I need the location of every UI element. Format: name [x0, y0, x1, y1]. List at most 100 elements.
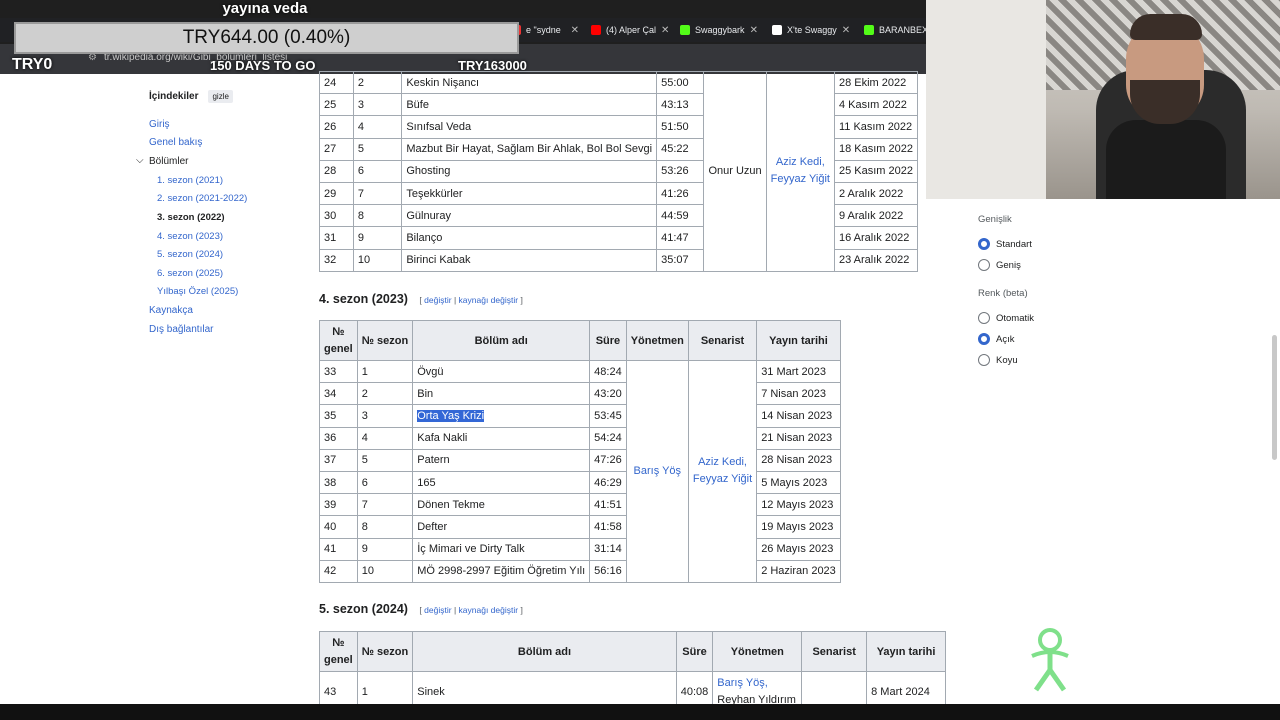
color-light-option[interactable]: Açık	[978, 333, 1014, 345]
cell-title[interactable]: Gülnuray	[401, 204, 658, 228]
cell-season-no: 2	[356, 382, 414, 406]
cell-title[interactable]: 165	[412, 470, 591, 495]
cell-title[interactable]: Ghosting	[401, 159, 658, 183]
cell-title[interactable]: Teşekkürler	[401, 181, 658, 206]
table-row: 42 10 MÖ 2998-2997 Eğitim Öğretim Yılı 56:1…	[319, 559, 841, 583]
radio-checked-icon[interactable]	[978, 333, 990, 345]
browser-tab-3[interactable]: Swaggybark ✕	[674, 18, 764, 42]
cell-duration: 47:26	[589, 448, 627, 472]
youtube-icon	[591, 25, 601, 35]
kick-icon	[680, 25, 690, 35]
cell-air-date: 7 Nisan 2023	[756, 382, 841, 406]
toc-item-dis-baglantilar[interactable]: Dış bağlantılar	[149, 324, 213, 335]
cell-title[interactable]: Bin	[412, 382, 591, 406]
toc-item-yilbasi[interactable]: Yılbaşı Özel (2025)	[157, 286, 238, 297]
season-5-table: № genel № sezon Bölüm adı Süre Yönetmen S…	[319, 631, 946, 712]
cell-no: 40	[319, 515, 358, 539]
radio-checked-icon[interactable]	[978, 238, 990, 250]
toc-header: İçindekiler gizle	[149, 90, 310, 103]
cell-title[interactable]: Dönen Tekme	[412, 493, 591, 517]
color-title: Renk (beta)	[978, 288, 1028, 299]
color-auto-option[interactable]: Otomatik	[978, 312, 1034, 324]
width-wide-option[interactable]: Geniş	[978, 259, 1021, 271]
radio-unchecked-icon[interactable]	[978, 354, 990, 366]
table-row: 24 2 Keskin Nişancı 55:00 Onur Uzun Aziz Kedi…	[319, 70, 919, 272]
director-link[interactable]: Barış Yöş	[634, 465, 682, 477]
browser-tab-2[interactable]: (4) Alper Çal ✕	[585, 18, 670, 42]
cell-season-no: 6	[356, 470, 414, 495]
browser-tab-4[interactable]: X'te Swaggy ✕	[766, 18, 856, 42]
close-icon[interactable]: ✕	[750, 25, 758, 36]
table-of-contents: İçindekiler gizle Giriş Genel bakış ⌵ Bö…	[136, 90, 310, 335]
close-icon[interactable]: ✕	[661, 25, 669, 36]
toc-item-bolumler[interactable]: Bölümler	[149, 156, 188, 167]
cell-no: 37	[319, 448, 358, 472]
cell-season-no: 4	[356, 426, 414, 450]
section-title: 4. sezon (2023)	[319, 292, 408, 306]
chevron-down-icon[interactable]: ⌵	[136, 155, 144, 166]
cell-title[interactable]: Kafa Nakli	[412, 426, 591, 450]
toc-item-sezon-3[interactable]: 3. sezon (2022)	[157, 212, 225, 223]
cell-title[interactable]: Övgü	[412, 359, 591, 384]
cell-air-date: 16 Aralık 2022	[833, 226, 919, 250]
writer-link[interactable]: Aziz Kedi,	[776, 156, 825, 168]
cell-season-no: 7	[356, 493, 414, 517]
writer-link[interactable]: Feyyaz Yiğit	[693, 473, 752, 485]
toc-item-sezon-5[interactable]: 5. sezon (2024)	[157, 249, 223, 260]
color-dark-option[interactable]: Koyu	[978, 354, 1018, 366]
toc-item-giris[interactable]: Giriş	[149, 119, 170, 130]
writer-link[interactable]: Feyyaz Yiğit	[771, 173, 830, 185]
cell-title[interactable]: Birinci Kabak	[401, 248, 658, 272]
edit-link[interactable]: değiştir	[424, 295, 451, 305]
cell-title[interactable]: Patern	[412, 448, 591, 472]
cell-title[interactable]: Orta Yaş Krizi	[412, 404, 591, 428]
edit-separator: |	[453, 295, 457, 305]
scrollbar-thumb[interactable]	[1272, 335, 1277, 460]
browser-tab-5[interactable]: BARANBEX	[858, 18, 926, 42]
tab-label: X'te Swaggy	[787, 25, 837, 35]
cell-title[interactable]: Büfe	[401, 93, 658, 117]
radio-unchecked-icon[interactable]	[978, 259, 990, 271]
cell-title[interactable]: Mazbut Bir Hayat, Sağlam Bir Ahlak, Bol …	[401, 137, 658, 161]
toc-item-sezon-4[interactable]: 4. sezon (2023)	[157, 231, 223, 242]
edit-source-link[interactable]: kaynağı değiştir	[459, 605, 519, 615]
table-row: 35 3 Orta Yaş Krizi 53:45 14 Nisan 2023	[319, 404, 841, 428]
cell-no: 26	[319, 115, 354, 139]
toc-item-sezon-6[interactable]: 6. sezon (2025)	[157, 268, 223, 279]
table-row: 39 7 Dönen Tekme 41:51 12 Mayıs 2023	[319, 493, 841, 517]
toc-hide-button[interactable]: gizle	[208, 90, 233, 103]
cell-title[interactable]: MÖ 2998-2997 Eğitim Öğretim Yılı	[412, 559, 591, 583]
close-icon[interactable]: ✕	[571, 25, 579, 36]
edit-link[interactable]: değiştir	[424, 605, 451, 615]
cell-title[interactable]: İç Mimari ve Dirty Talk	[412, 537, 591, 561]
overlay-countdown: 150 DAYS TO GO	[210, 58, 316, 73]
cell-duration: 41:58	[589, 515, 627, 539]
edit-source-link[interactable]: kaynağı değiştir	[459, 295, 519, 305]
cell-title[interactable]: Keskin Nişancı	[401, 70, 658, 95]
director-link[interactable]: Barış Yöş,	[717, 677, 768, 689]
column-header-no: № genel	[319, 320, 358, 361]
cell-duration: 56:16	[589, 559, 627, 583]
toc-item-kaynakca[interactable]: Kaynakça	[149, 305, 193, 316]
radio-unchecked-icon[interactable]	[978, 312, 990, 324]
cell-season-no: 1	[356, 359, 414, 384]
cell-title[interactable]: Bilanço	[401, 226, 658, 250]
cell-air-date: 2 Aralık 2022	[833, 181, 919, 206]
close-icon[interactable]: ✕	[842, 25, 850, 36]
table-row: 34 2 Bin 43:20 7 Nisan 2023	[319, 382, 841, 406]
column-header-air-date: Yayın tarihi	[866, 631, 946, 672]
cell-title[interactable]: Defter	[412, 515, 591, 539]
writer-link[interactable]: Aziz Kedi,	[698, 456, 747, 468]
section-title: 5. sezon (2024)	[319, 602, 408, 616]
width-standard-option[interactable]: Standart	[978, 238, 1032, 250]
cell-title[interactable]: Sınıfsal Veda	[401, 115, 658, 139]
toc-item-genel-bakis[interactable]: Genel bakış	[149, 137, 202, 148]
stream-logo-icon	[1031, 628, 1069, 692]
toc-item-sezon-1[interactable]: 1. sezon (2021)	[157, 175, 223, 186]
section-edit-links: [ değiştir | kaynağı değiştir ]	[419, 605, 523, 615]
cell-season-no: 10	[352, 248, 403, 272]
selected-text[interactable]: Orta Yaş Krizi	[417, 409, 485, 422]
season-4-heading: 4. sezon (2023) [ değiştir | kaynağı değ…	[319, 292, 523, 306]
toc-item-sezon-2[interactable]: 2. sezon (2021-2022)	[157, 193, 247, 204]
cell-season-no: 10	[356, 559, 414, 583]
